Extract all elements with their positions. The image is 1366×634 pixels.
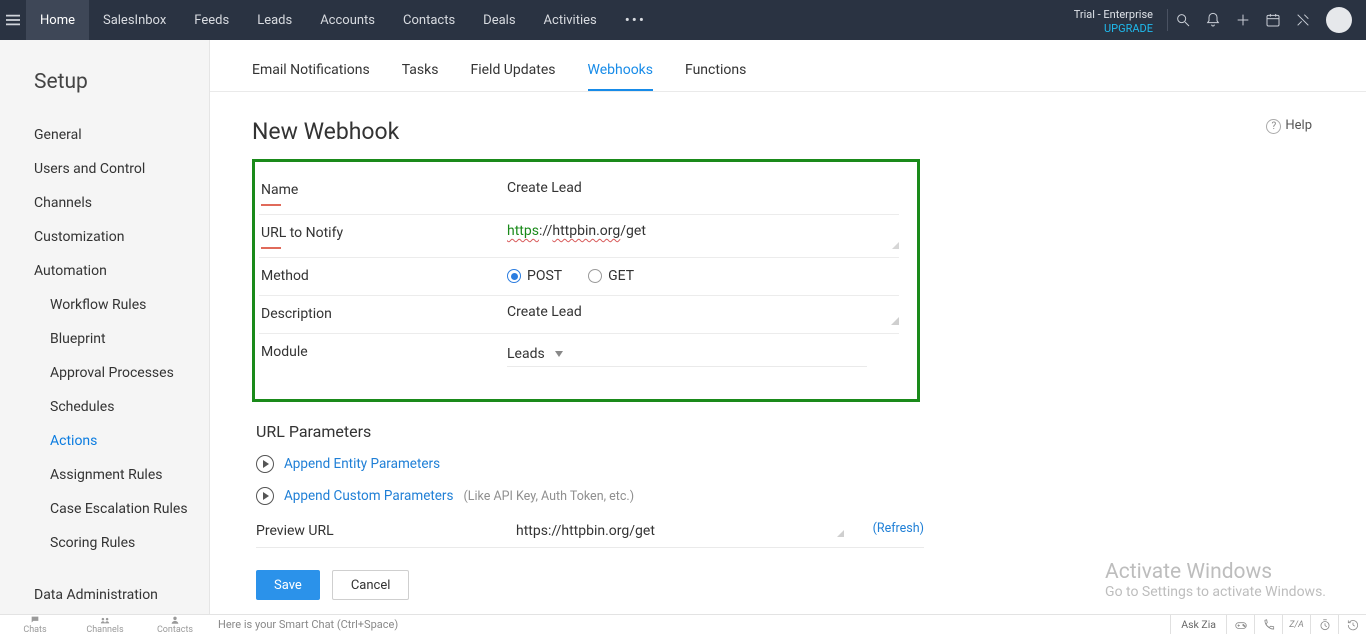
play-icon[interactable] (256, 455, 274, 473)
sidebar-item-users-control[interactable]: Users and Control (0, 152, 209, 186)
append-custom-link[interactable]: Append Custom Parameters (284, 488, 453, 504)
sidebar-item-customization[interactable]: Customization (0, 220, 209, 254)
resize-handle-icon[interactable] (887, 237, 899, 249)
setup-sidebar: Setup General Users and Control Channels… (0, 40, 210, 614)
section-url-params: URL Parameters (256, 422, 1312, 441)
sidebar-item-data-admin[interactable]: Data Administration (0, 578, 209, 612)
za-icon[interactable]: Z/A (1282, 615, 1310, 634)
radio-post[interactable]: POST (507, 268, 562, 284)
nav-tab-salesinbox[interactable]: SalesInbox (89, 0, 180, 40)
upgrade-link[interactable]: UPGRADE (1074, 22, 1153, 36)
sidebar-item-automation[interactable]: Automation (0, 254, 209, 288)
sidebar-item-general[interactable]: General (0, 118, 209, 152)
page-title: New Webhook (252, 118, 1312, 145)
action-subtabs: Email Notifications Tasks Field Updates … (210, 40, 1366, 92)
tools-icon[interactable] (1288, 0, 1318, 40)
history-icon[interactable] (1338, 615, 1366, 634)
nav-tab-activities[interactable]: Activities (530, 0, 611, 40)
sidebar-item-channels[interactable]: Channels (0, 186, 209, 220)
trial-info: Trial - Enterprise UPGRADE (1074, 5, 1167, 36)
label-name: Name (259, 180, 507, 206)
top-nav: Home SalesInbox Feeds Leads Accounts Con… (0, 0, 1366, 40)
gamepad-icon[interactable] (1226, 615, 1254, 634)
field-method: POST GET (507, 266, 899, 284)
sidebar-sub-actions[interactable]: Actions (0, 424, 209, 458)
main-layout: Setup General Users and Control Channels… (0, 40, 1366, 614)
form-actions: Save Cancel (256, 570, 1312, 600)
page-body: New Webhook ?Help Name Create Lead URL t… (210, 92, 1366, 614)
nav-tab-leads[interactable]: Leads (243, 0, 306, 40)
smart-chat-hint: Here is your Smart Chat (Ctrl+Space) (218, 618, 398, 631)
append-custom-hint: (Like API Key, Auth Token, etc.) (463, 489, 634, 504)
bell-icon[interactable] (1198, 0, 1228, 40)
subtab-field-updates[interactable]: Field Updates (470, 62, 555, 91)
refresh-link[interactable]: (Refresh) (873, 521, 924, 536)
sidebar-sub-assignment[interactable]: Assignment Rules (0, 458, 209, 492)
search-icon[interactable] (1168, 0, 1198, 40)
field-name[interactable]: Create Lead (507, 180, 899, 196)
subtab-webhooks[interactable]: Webhooks (588, 62, 654, 91)
nav-tab-accounts[interactable]: Accounts (306, 0, 389, 40)
nav-tab-home[interactable]: Home (26, 0, 89, 40)
footer-bar: Chats Channels Contacts Here is your Sma… (0, 614, 1366, 634)
subtab-email[interactable]: Email Notifications (252, 62, 370, 91)
footer-channels[interactable]: Channels (70, 615, 140, 634)
sidebar-sub-scoring[interactable]: Scoring Rules (0, 526, 209, 560)
webhook-form-highlight: Name Create Lead URL to Notify https://h… (252, 159, 920, 402)
top-tabs: Home SalesInbox Feeds Leads Accounts Con… (26, 0, 660, 40)
label-module: Module (259, 342, 507, 360)
sidebar-sub-escalation[interactable]: Case Escalation Rules (0, 492, 209, 526)
content-area: Email Notifications Tasks Field Updates … (210, 40, 1366, 614)
resize-handle-icon[interactable] (887, 313, 899, 325)
help-link[interactable]: ?Help (1266, 118, 1312, 134)
append-custom-row: Append Custom Parameters (Like API Key, … (256, 487, 1312, 505)
sidebar-sub-blueprint[interactable]: Blueprint (0, 322, 209, 356)
label-method: Method (259, 266, 507, 284)
plus-icon[interactable] (1228, 0, 1258, 40)
phone-icon[interactable] (1254, 615, 1282, 634)
nav-tab-more[interactable]: ••• (611, 0, 660, 40)
sidebar-title: Setup (0, 70, 209, 118)
preview-url-value: https://httpbin.org/get (516, 523, 655, 539)
label-url: URL to Notify (259, 223, 507, 249)
nav-tab-deals[interactable]: Deals (469, 0, 529, 40)
ask-zia-button[interactable]: Ask Zia (1170, 615, 1226, 634)
footer-contacts[interactable]: Contacts (140, 615, 210, 634)
cancel-button[interactable]: Cancel (332, 570, 410, 600)
nav-tab-feeds[interactable]: Feeds (180, 0, 243, 40)
sidebar-sub-approval[interactable]: Approval Processes (0, 356, 209, 390)
subtab-functions[interactable]: Functions (685, 62, 746, 91)
footer-chats[interactable]: Chats (0, 615, 70, 634)
sidebar-sub-schedules[interactable]: Schedules (0, 390, 209, 424)
help-icon: ? (1266, 119, 1281, 134)
clock-icon[interactable] (1310, 615, 1338, 634)
radio-get[interactable]: GET (588, 268, 634, 284)
field-module[interactable]: Leads (507, 342, 899, 367)
label-description: Description (259, 304, 507, 322)
preview-url-row: Preview URL https://httpbin.org/get (Ref… (256, 519, 924, 548)
avatar[interactable] (1326, 7, 1352, 33)
top-right: Trial - Enterprise UPGRADE (1074, 0, 1366, 40)
chevron-down-icon (555, 351, 563, 357)
append-entity-row: Append Entity Parameters (256, 455, 1312, 473)
sidebar-sub-workflow-rules[interactable]: Workflow Rules (0, 288, 209, 322)
field-description[interactable]: Create Lead (507, 304, 887, 320)
save-button[interactable]: Save (256, 570, 320, 600)
calendar-icon[interactable] (1258, 0, 1288, 40)
play-icon[interactable] (256, 487, 274, 505)
resize-handle-icon[interactable] (834, 523, 844, 533)
label-preview-url: Preview URL (256, 523, 516, 539)
append-entity-link[interactable]: Append Entity Parameters (284, 456, 440, 472)
nav-tab-contacts[interactable]: Contacts (389, 0, 469, 40)
field-url[interactable]: https://httpbin.org/get (507, 223, 887, 239)
subtab-tasks[interactable]: Tasks (402, 62, 439, 91)
trial-plan: Trial - Enterprise (1074, 8, 1153, 22)
menu-toggle[interactable] (0, 0, 26, 40)
